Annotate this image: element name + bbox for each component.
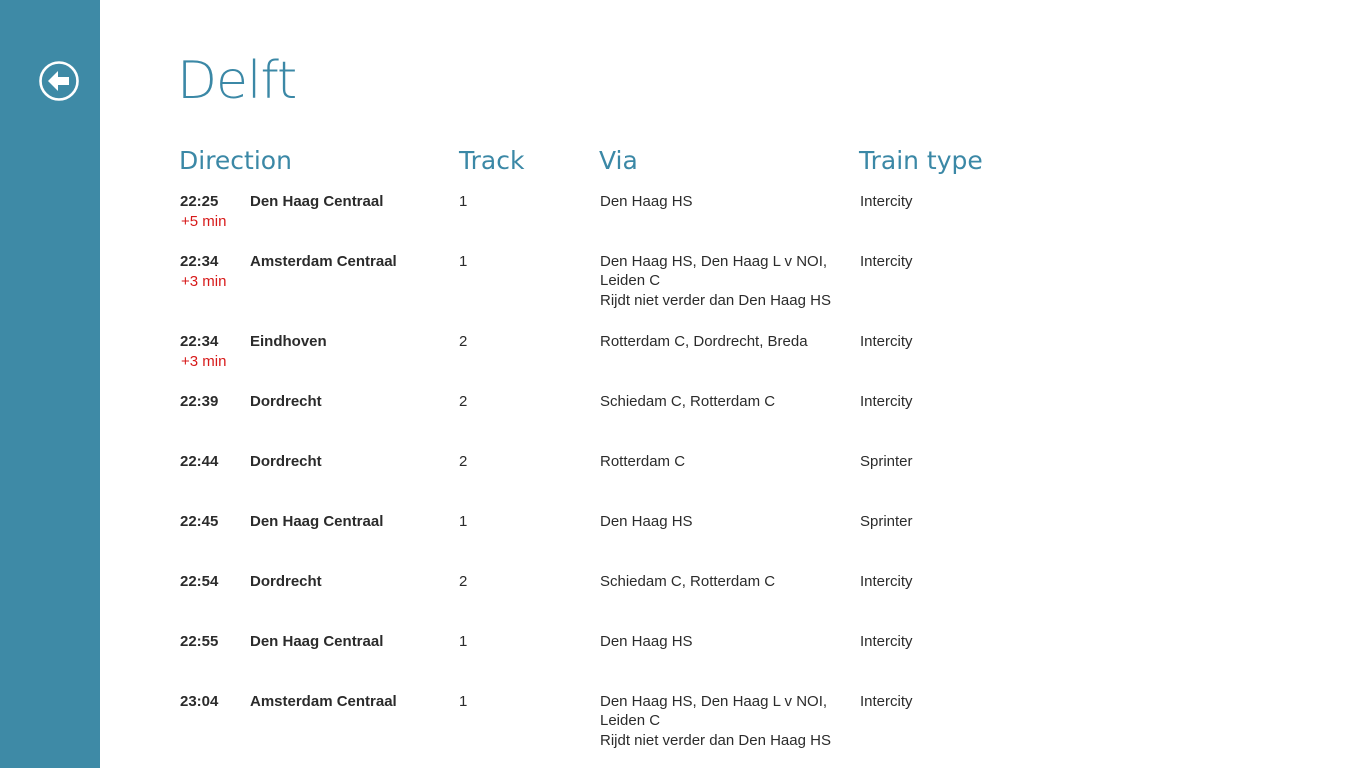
departure-time: 22:25 bbox=[180, 193, 219, 210]
destination: Dordrecht bbox=[250, 453, 322, 470]
destination: Dordrecht bbox=[250, 393, 322, 410]
departure-time: 22:45 bbox=[180, 513, 219, 530]
departures-list: 22:25 +5 min Den Haag Centraal 1 Den Haa… bbox=[100, 190, 1366, 770]
departure-row[interactable]: 23:04 Amsterdam Centraal 1 Den Haag HS, … bbox=[100, 690, 1366, 770]
via-text: Den Haag HS, Den Haag L v NOI, Leiden C bbox=[600, 693, 828, 729]
track-number: 2 bbox=[459, 453, 468, 470]
departure-time: 23:04 bbox=[180, 693, 219, 710]
column-header-track: Track bbox=[459, 146, 525, 175]
route-note: Rijdt niet verder dan Den Haag HS bbox=[600, 732, 831, 749]
departure-row[interactable]: 22:54 Dordrecht 2 Schiedam C, Rotterdam … bbox=[100, 570, 1366, 630]
via-stations: Rotterdam C, Dordrecht, Breda bbox=[600, 332, 835, 351]
train-type: Intercity bbox=[860, 393, 913, 410]
departure-row[interactable]: 22:55 Den Haag Centraal 1 Den Haag HS In… bbox=[100, 630, 1366, 690]
via-text: Schiedam C, Rotterdam C bbox=[600, 573, 776, 590]
track-number: 1 bbox=[459, 513, 468, 530]
destination: Eindhoven bbox=[250, 333, 327, 350]
track-number: 2 bbox=[459, 333, 468, 350]
column-header-train-type: Train type bbox=[859, 146, 983, 175]
via-text: Den Haag HS bbox=[600, 633, 693, 650]
destination: Dordrecht bbox=[250, 573, 322, 590]
departure-time: 22:34 bbox=[180, 253, 219, 270]
via-text: Den Haag HS bbox=[600, 513, 693, 530]
destination: Amsterdam Centraal bbox=[250, 253, 397, 270]
via-stations: Schiedam C, Rotterdam C bbox=[600, 572, 835, 591]
via-stations: Den Haag HS, Den Haag L v NOI, Leiden C R… bbox=[600, 252, 835, 310]
via-stations: Den Haag HS, Den Haag L v NOI, Leiden C R… bbox=[600, 692, 835, 750]
train-type: Intercity bbox=[860, 573, 913, 590]
train-type: Intercity bbox=[860, 693, 913, 710]
via-stations: Schiedam C, Rotterdam C bbox=[600, 392, 835, 411]
destination: Amsterdam Centraal bbox=[250, 693, 397, 710]
track-number: 1 bbox=[459, 693, 468, 710]
track-number: 2 bbox=[459, 393, 468, 410]
departure-row[interactable]: 22:34 +3 min Amsterdam Centraal 1 Den Ha… bbox=[100, 250, 1366, 330]
back-arrow-icon bbox=[39, 61, 79, 101]
page-title: Delft bbox=[177, 51, 297, 111]
column-header-via: Via bbox=[599, 146, 638, 175]
departure-time: 22:39 bbox=[180, 393, 219, 410]
main-content: Delft Direction Track Via Train type 22:… bbox=[100, 0, 1366, 768]
destination: Den Haag Centraal bbox=[250, 513, 384, 530]
via-stations: Rotterdam C bbox=[600, 452, 835, 471]
departure-time: 22:34 bbox=[180, 333, 219, 350]
track-number: 1 bbox=[459, 633, 468, 650]
train-type: Intercity bbox=[860, 333, 913, 350]
departure-row[interactable]: 22:34 +3 min Eindhoven 2 Rotterdam C, Do… bbox=[100, 330, 1366, 390]
departure-row[interactable]: 22:25 +5 min Den Haag Centraal 1 Den Haa… bbox=[100, 190, 1366, 250]
train-type: Sprinter bbox=[860, 453, 913, 470]
left-sidebar bbox=[0, 0, 100, 768]
via-stations: Den Haag HS bbox=[600, 632, 835, 651]
delay-badge: +3 min bbox=[181, 273, 227, 290]
destination: Den Haag Centraal bbox=[250, 633, 384, 650]
departure-time: 22:54 bbox=[180, 573, 219, 590]
track-number: 1 bbox=[459, 253, 468, 270]
destination: Den Haag Centraal bbox=[250, 193, 384, 210]
via-text: Den Haag HS, Den Haag L v NOI, Leiden C bbox=[600, 253, 828, 289]
column-header-direction: Direction bbox=[179, 146, 292, 175]
via-text: Rotterdam C, Dordrecht, Breda bbox=[600, 333, 808, 350]
departure-time: 22:55 bbox=[180, 633, 219, 650]
train-type: Sprinter bbox=[860, 513, 913, 530]
train-type: Intercity bbox=[860, 253, 913, 270]
via-text: Schiedam C, Rotterdam C bbox=[600, 393, 776, 410]
departure-row[interactable]: 22:45 Den Haag Centraal 1 Den Haag HS Sp… bbox=[100, 510, 1366, 570]
via-text: Den Haag HS bbox=[600, 193, 693, 210]
departure-row[interactable]: 22:39 Dordrecht 2 Schiedam C, Rotterdam … bbox=[100, 390, 1366, 450]
train-type: Intercity bbox=[860, 633, 913, 650]
track-number: 1 bbox=[459, 193, 468, 210]
via-stations: Den Haag HS bbox=[600, 512, 835, 531]
back-button[interactable] bbox=[38, 60, 80, 102]
departure-row[interactable]: 22:44 Dordrecht 2 Rotterdam C Sprinter bbox=[100, 450, 1366, 510]
track-number: 2 bbox=[459, 573, 468, 590]
via-text: Rotterdam C bbox=[600, 453, 686, 470]
delay-badge: +5 min bbox=[181, 213, 227, 230]
train-type: Intercity bbox=[860, 193, 913, 210]
via-stations: Den Haag HS bbox=[600, 192, 835, 211]
delay-badge: +3 min bbox=[181, 353, 227, 370]
departure-time: 22:44 bbox=[180, 453, 219, 470]
route-note: Rijdt niet verder dan Den Haag HS bbox=[600, 292, 831, 309]
